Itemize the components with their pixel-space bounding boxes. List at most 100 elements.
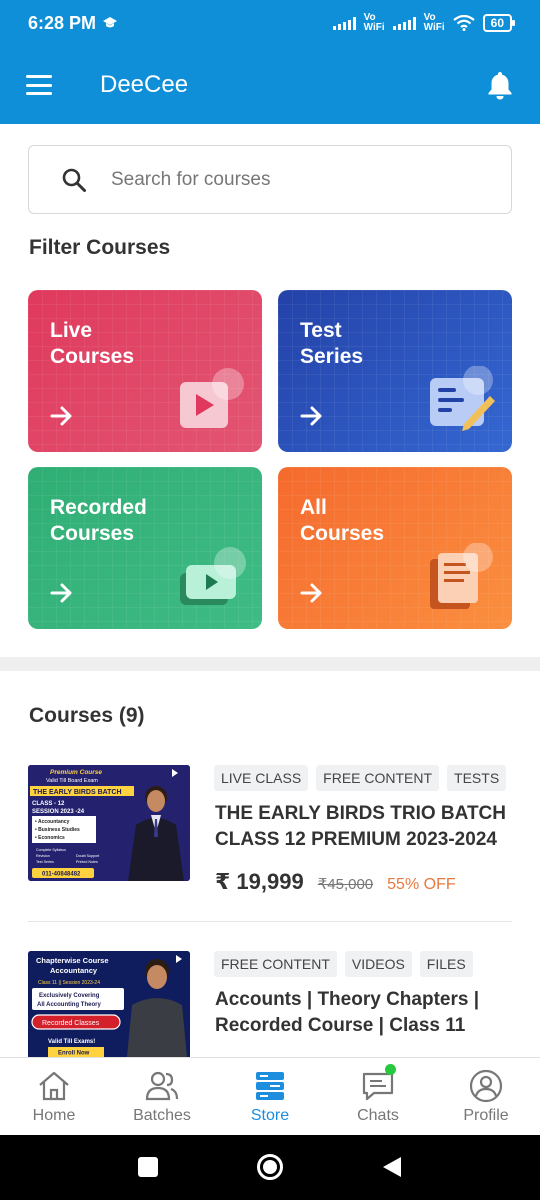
course-tag: FREE CONTENT — [214, 951, 337, 977]
status-time: 6:28 PM — [28, 12, 97, 33]
course-original-price: ₹45,000 — [317, 876, 374, 893]
status-bar: 6:28 PM Vo WiFi Vo WiFi 60 — [0, 0, 540, 46]
course-title: THE EARLY BIRDS TRIO BATCH CLASS 12 PREM… — [215, 803, 507, 850]
thumb-feature-1: Complete Syllabus — [36, 848, 66, 852]
screen: 6:28 PM Vo WiFi Vo WiFi 60 DeeCee Filter… — [0, 0, 540, 1200]
notification-bell-icon[interactable] — [486, 70, 514, 100]
course-thumbnail-art: Premium Course Valid Till Board Exam THE… — [28, 765, 190, 881]
nav-store[interactable]: Store — [216, 1058, 324, 1135]
nav-home[interactable]: Home — [0, 1058, 108, 1135]
recorded-video-icon — [180, 547, 246, 605]
nav-label: Home — [32, 1107, 76, 1124]
thumb-feature-3: Revision — [36, 854, 50, 858]
nav-label: Batches — [133, 1107, 191, 1124]
home-button-icon[interactable] — [256, 1153, 284, 1181]
arrow-right-icon — [50, 406, 72, 426]
thumb-line2: Accountancy — [50, 966, 98, 975]
nav-batches[interactable]: Batches — [108, 1058, 216, 1135]
thumb-valid: Valid Till Exams! — [48, 1039, 95, 1045]
bottom-navigation: Home Batches Store Chats Profile — [0, 1057, 540, 1135]
play-video-icon — [180, 368, 244, 428]
course-tag: VIDEOS — [344, 951, 412, 977]
nav-label: Chats — [357, 1107, 399, 1124]
search-box[interactable] — [28, 145, 512, 214]
graduation-cap-icon — [103, 17, 118, 28]
thumb-feature-4: Printed Notes — [76, 860, 98, 864]
course-tag: LIVE CLASS — [214, 765, 309, 791]
course-tags: FREE CONTENT VIDEOS FILES — [214, 951, 473, 977]
filter-courses-title: Filter Courses — [29, 236, 171, 259]
nav-chats[interactable]: Chats — [324, 1058, 432, 1135]
home-icon — [39, 1071, 69, 1101]
thumb-line1: Chapterwise Course — [36, 956, 109, 965]
thumb-line1: Premium Course — [50, 769, 102, 776]
battery-icon: 60 — [482, 14, 516, 32]
thumb-feature-5: Test Series — [36, 860, 54, 864]
status-time-group: 6:28 PM — [28, 13, 118, 34]
chat-unread-dot — [385, 1064, 396, 1075]
store-icon — [256, 1072, 284, 1100]
system-navigation-bar — [0, 1135, 540, 1200]
filter-card-test-series[interactable]: Test Series — [278, 290, 512, 452]
thumb-class: CLASS - 12 — [32, 801, 65, 807]
card-label: Test Series — [300, 319, 364, 368]
thumb-line2: Valid Till Board Exam — [46, 778, 98, 784]
profile-icon — [469, 1069, 503, 1103]
thumb-banner: THE EARLY BIRDS BATCH — [33, 789, 122, 796]
thumb-subject-1: • Accountancy — [35, 819, 70, 825]
course-thumbnail: Chapterwise Course Accountancy Class 11 … — [28, 951, 190, 1057]
filter-card-recorded-courses[interactable]: Recorded Courses — [28, 467, 262, 629]
back-icon[interactable] — [380, 1155, 404, 1179]
card-label: Live Courses — [50, 319, 135, 368]
signal-icon — [332, 16, 356, 30]
recent-apps-icon[interactable] — [136, 1155, 160, 1179]
filter-card-all-courses[interactable]: All Courses — [278, 467, 512, 629]
course-discount: 55% OFF — [387, 876, 456, 893]
filter-card-live-courses[interactable]: Live Courses — [28, 290, 262, 452]
course-tag: FREE CONTENT — [316, 765, 440, 791]
course-price-row: ₹ 19,999 ₹45,000 55% OFF — [215, 869, 456, 895]
nav-profile[interactable]: Profile — [432, 1058, 540, 1135]
search-icon — [62, 168, 86, 192]
section-divider — [0, 657, 540, 671]
app-title: DeeCee — [100, 71, 189, 98]
courses-title: Courses (9) — [29, 704, 145, 727]
arrow-right-icon — [50, 583, 72, 603]
search-input[interactable] — [111, 168, 471, 191]
thumb-phone: 011-40848482 — [42, 872, 81, 878]
app-bar: DeeCee — [0, 46, 540, 124]
course-thumbnail: Premium Course Valid Till Board Exam THE… — [28, 765, 190, 881]
thumb-feature-2: Doubt Support — [76, 854, 99, 858]
vowifi-label: Vo WiFi — [363, 12, 385, 33]
thumb-line4: Exclusively Covering — [39, 993, 100, 999]
thumb-line3: Class 11 || Session 2023-24 — [38, 980, 100, 986]
status-icons: Vo WiFi Vo WiFi 60 — [332, 12, 516, 33]
thumb-enroll: Enroll Now — [58, 1051, 90, 1057]
thumb-subject-3: • Economics — [35, 835, 65, 841]
vowifi-label-2: Vo WiFi — [423, 12, 445, 33]
course-divider — [28, 921, 512, 922]
documents-icon — [430, 543, 493, 609]
thumb-session: SESSION 2023 -24 — [32, 809, 85, 815]
course-item[interactable]: Chapterwise Course Accountancy Class 11 … — [28, 951, 512, 1057]
wifi-icon — [452, 15, 475, 31]
users-icon — [145, 1071, 179, 1101]
arrow-right-icon — [300, 583, 322, 603]
thumb-line5: All Accounting Theory — [37, 1002, 101, 1008]
thumb-button: Recorded Classes — [42, 1020, 100, 1027]
course-item[interactable]: Premium Course Valid Till Board Exam THE… — [28, 765, 512, 895]
nav-label: Profile — [463, 1107, 509, 1124]
test-sheet-pencil-icon — [430, 366, 495, 431]
nav-label: Store — [250, 1107, 290, 1124]
course-thumbnail-art: Chapterwise Course Accountancy Class 11 … — [28, 951, 190, 1057]
course-tag: TESTS — [447, 765, 507, 791]
thumb-subject-2: • Business Studies — [35, 827, 80, 833]
hamburger-menu-icon[interactable] — [26, 75, 52, 95]
course-title: Accounts | Theory Chapters | Recorded Co… — [215, 989, 480, 1036]
course-tag: FILES — [419, 951, 473, 977]
arrow-right-icon — [300, 406, 322, 426]
course-tags: LIVE CLASS FREE CONTENT TESTS — [214, 765, 507, 791]
card-label: Recorded Courses — [50, 496, 147, 545]
signal-icon-2 — [392, 16, 416, 30]
card-label: All Courses — [300, 496, 385, 545]
